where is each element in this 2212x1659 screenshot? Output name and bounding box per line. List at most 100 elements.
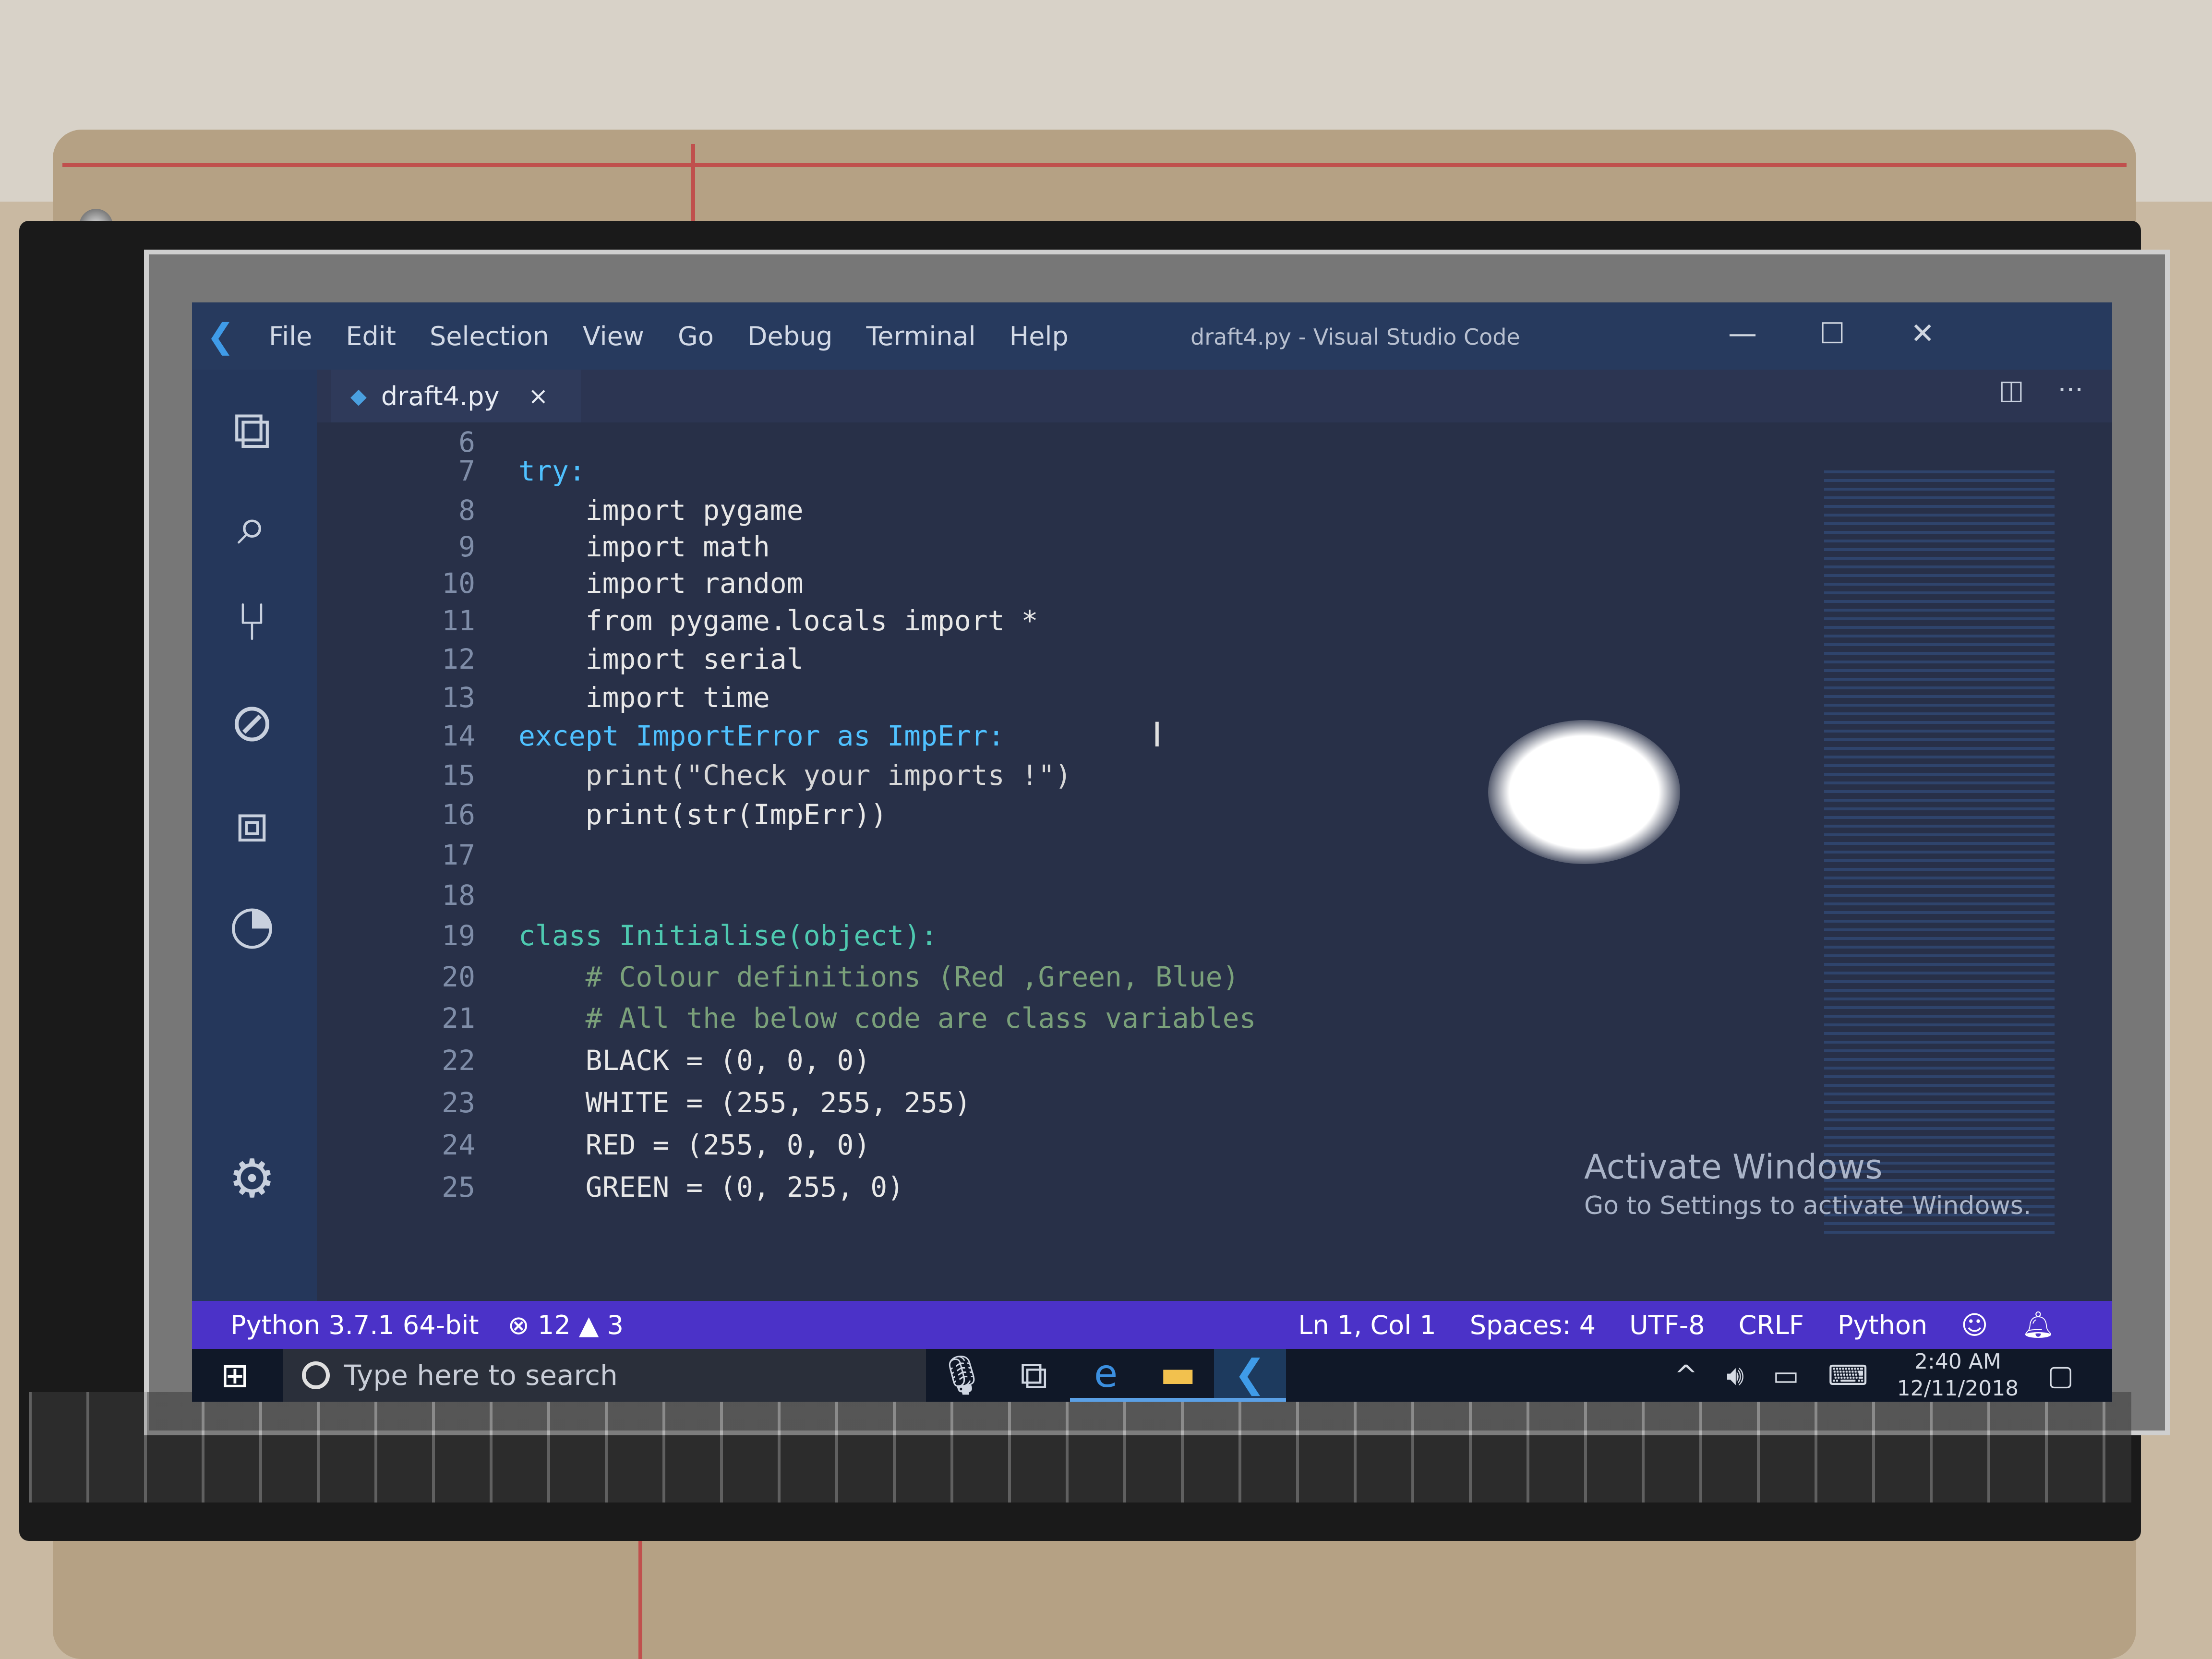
status-bar-right: Ln 1, Col 1 Spaces: 4 UTF-8 CRLF Python … — [1298, 1310, 2055, 1340]
encoding[interactable]: UTF-8 — [1629, 1310, 1705, 1340]
edge-icon[interactable]: e — [1070, 1349, 1142, 1402]
code-line: 7 try: — [317, 451, 1901, 491]
line-number: 17 — [442, 839, 475, 871]
code-line: 11 from pygame.locals import * — [317, 601, 1901, 640]
line-number: 16 — [442, 798, 475, 831]
code-text: import math — [518, 530, 770, 563]
code-line: 18 — [317, 876, 1901, 915]
line-number: 24 — [442, 1129, 475, 1161]
touch-flex-strip — [29, 1392, 2131, 1503]
code-text: BLACK = (0, 0, 0) — [518, 1044, 871, 1077]
line-number: 21 — [442, 1002, 475, 1034]
code-text: import serial — [518, 643, 804, 675]
guide-line — [691, 144, 695, 230]
problems-indicator[interactable]: ⊗ 12 ▲ 3 — [508, 1310, 624, 1340]
watermark-title: Activate Windows — [1584, 1147, 1883, 1187]
menu-terminal[interactable]: Terminal — [866, 321, 975, 351]
action-center-icon[interactable]: ▢ — [2047, 1359, 2074, 1392]
line-number: 25 — [442, 1171, 475, 1203]
line-ending[interactable]: CRLF — [1739, 1310, 1804, 1340]
menu-selection[interactable]: Selection — [430, 321, 549, 351]
explorer-icon[interactable]: ⧉ — [221, 398, 283, 461]
vscode-logo-icon: ❮ — [206, 316, 235, 356]
gear-icon[interactable]: ⚙ — [221, 1147, 283, 1210]
language-mode[interactable]: Python — [1838, 1310, 1927, 1340]
vscode-screen: ❮ File Edit Selection View Go Debug Term… — [192, 302, 2112, 1402]
code-text: except ImportError as ImpErr: — [518, 720, 1005, 752]
source-control-icon[interactable]: ⑂ — [221, 590, 283, 653]
code-line: 19 class Initialise(object): — [317, 916, 1901, 955]
more-actions-icon[interactable]: ··· — [2058, 374, 2083, 406]
microphone-icon[interactable]: 🎙︎ — [926, 1349, 998, 1402]
code-line: 9 import math — [317, 527, 1901, 566]
maximize-button[interactable]: ☐ — [1819, 317, 1845, 350]
split-editor-icon[interactable]: ◫ — [1999, 374, 2024, 406]
code-text: try: — [518, 455, 586, 487]
code-line: 8 import pygame — [317, 491, 1901, 530]
clock[interactable]: 2:40 AM 12/11/2018 — [1897, 1348, 2019, 1402]
code-line: 14 except ImportError as ImpErr: — [317, 716, 1901, 756]
vscode-icon[interactable]: ❮ — [1214, 1349, 1286, 1402]
chevron-up-icon[interactable]: ^ — [1674, 1359, 1698, 1392]
search-icon[interactable]: ⌕ — [221, 494, 283, 557]
volume-icon[interactable]: 🔊︎ — [1727, 1359, 1744, 1392]
python-interpreter[interactable]: Python 3.7.1 64-bit — [230, 1310, 479, 1340]
watermark-subtitle: Go to Settings to activate Windows. — [1584, 1191, 2032, 1220]
feedback-smiley-icon[interactable]: ☺ — [1961, 1310, 1988, 1340]
code-text: class Initialise(object): — [518, 919, 938, 952]
code-text: import random — [518, 567, 804, 600]
minimap[interactable] — [1824, 470, 2055, 1238]
code-line: 12 import serial — [317, 639, 1901, 679]
code-line: 17 — [317, 835, 1901, 875]
cursor-position[interactable]: Ln 1, Col 1 — [1298, 1310, 1436, 1340]
code-text: import time — [518, 681, 770, 714]
windows-start-icon[interactable]: ⊞ — [221, 1356, 249, 1395]
menu-edit[interactable]: Edit — [346, 321, 396, 351]
menu-file[interactable]: File — [269, 321, 312, 351]
light-glare — [1488, 720, 1680, 864]
tab-draft4-py[interactable]: ◆ draft4.py × — [331, 370, 581, 422]
status-bar: Python 3.7.1 64-bit ⊗ 12 ▲ 3 Ln 1, Col 1… — [192, 1301, 2112, 1349]
editor-actions: ◫ ··· — [1999, 374, 2083, 406]
menu-debug[interactable]: Debug — [747, 321, 833, 351]
activity-bar: ⧉ ⌕ ⑂ ⊘ ⧈ ◔ ⚙ — [192, 370, 317, 1301]
code-text: print("Check your imports !") — [518, 759, 1072, 792]
minimize-button[interactable]: — — [1728, 317, 1757, 350]
activate-windows-watermark: Activate Windows Go to Settings to activ… — [1584, 1147, 2031, 1220]
notifications-bell-icon[interactable]: 🔔︎ — [2021, 1310, 2055, 1340]
code-line: 21 # All the below code are class variab… — [317, 998, 1901, 1038]
code-line: 23 WHITE = (255, 255, 255) — [317, 1083, 1901, 1122]
guide-line — [62, 163, 2127, 167]
taskbar-search[interactable]: Type here to search — [282, 1349, 926, 1402]
text-cursor-icon: I — [1152, 715, 1162, 755]
code-text: print(str(ImpErr)) — [518, 798, 888, 831]
code-text: WHITE = (255, 255, 255) — [518, 1086, 971, 1119]
cortana-icon — [301, 1361, 330, 1389]
menu-view[interactable]: View — [583, 321, 644, 351]
code-line: 10 import random — [317, 564, 1901, 603]
menu-help[interactable]: Help — [1010, 321, 1069, 351]
file-explorer-icon[interactable]: ▬ — [1142, 1349, 1214, 1402]
code-text: GREEN = (0, 255, 0) — [518, 1171, 904, 1203]
network-icon[interactable]: ▭ — [1773, 1359, 1799, 1392]
keyboard-icon[interactable]: ⌨ — [1828, 1359, 1868, 1392]
debug-icon[interactable]: ⊘ — [221, 691, 283, 754]
line-number: 18 — [442, 879, 475, 912]
system-tray: ^ 🔊︎ ▭ ⌨ 2:40 AM 12/11/2018 ▢ — [1674, 1349, 2074, 1402]
title-bar: ❮ File Edit Selection View Go Debug Term… — [192, 302, 2112, 370]
extensions-icon[interactable]: ⧈ — [221, 792, 283, 854]
remote-icon[interactable]: ◔ — [221, 893, 283, 955]
line-number: 15 — [442, 759, 475, 792]
line-number: 12 — [442, 643, 475, 675]
code-text: import pygame — [518, 494, 804, 527]
code-line: 22 BLACK = (0, 0, 0) — [317, 1041, 1901, 1080]
python-file-icon: ◆ — [350, 384, 367, 409]
task-view-icon[interactable]: ⧉ — [998, 1349, 1070, 1402]
error-count: 12 — [537, 1310, 571, 1340]
line-number: 22 — [442, 1044, 475, 1077]
close-button[interactable]: ✕ — [1911, 317, 1935, 350]
line-number: 8 — [458, 494, 475, 527]
indentation[interactable]: Spaces: 4 — [1470, 1310, 1596, 1340]
tab-close-icon[interactable]: × — [528, 382, 548, 410]
menu-go[interactable]: Go — [678, 321, 714, 351]
